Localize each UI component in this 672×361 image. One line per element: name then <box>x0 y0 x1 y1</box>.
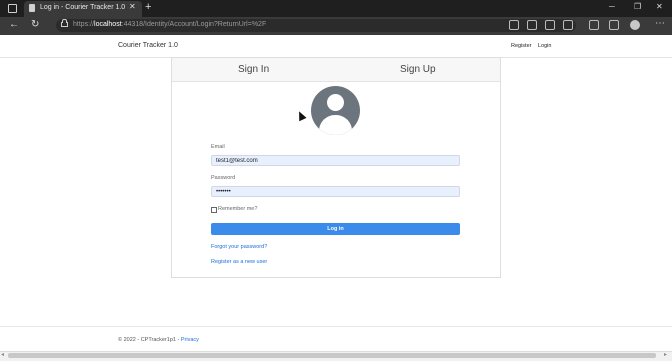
favorite-add-icon[interactable] <box>563 20 573 30</box>
user-avatar-icon <box>311 86 360 135</box>
footer-copyright: © 2022 - CPTracker1p1 - <box>118 337 180 343</box>
tab-sign-in[interactable]: Sign In <box>238 64 269 75</box>
browser-tab-title[interactable]: Log in - Courier Tracker 1.0 <box>40 4 125 11</box>
email-label: Email <box>211 144 225 150</box>
collections-icon[interactable] <box>609 20 619 30</box>
password-label: Password <box>211 175 236 181</box>
refresh-icon[interactable]: ↻ <box>31 19 39 30</box>
minimize-icon[interactable]: ─ <box>609 2 615 11</box>
close-tab-icon[interactable]: ✕ <box>129 2 136 11</box>
scroll-left-icon[interactable]: ◂ <box>1 351 4 358</box>
forgot-password-link[interactable]: Forgot your password? <box>211 244 267 250</box>
page-favicon-icon <box>29 4 35 12</box>
tab-sign-up[interactable]: Sign Up <box>400 64 436 75</box>
register-new-user-link[interactable]: Register as a new user <box>211 259 267 265</box>
remember-me-label[interactable]: Remember me? <box>218 206 257 212</box>
new-tab-button[interactable]: + <box>145 1 151 13</box>
close-window-icon[interactable]: ✕ <box>656 2 663 11</box>
scrollbar-thumb[interactable] <box>8 353 656 358</box>
auth-tabs <box>172 58 500 82</box>
favorites-icon[interactable] <box>589 20 599 30</box>
footer-divider <box>0 326 672 327</box>
privacy-link[interactable]: Privacy <box>181 337 199 343</box>
login-nav-link[interactable]: Login <box>538 43 551 49</box>
zoom-icon[interactable] <box>545 20 555 30</box>
email-field[interactable] <box>211 155 460 166</box>
lock-icon[interactable] <box>61 19 68 27</box>
back-icon[interactable]: ← <box>9 19 19 30</box>
profile-avatar-icon[interactable] <box>630 20 640 30</box>
remember-me-checkbox[interactable] <box>211 207 217 213</box>
maximize-icon[interactable]: ❐ <box>634 2 641 11</box>
login-button-label[interactable]: Log in <box>211 226 460 232</box>
scroll-right-icon[interactable]: ▸ <box>664 351 667 358</box>
more-menu-icon[interactable]: ⋯ <box>655 18 665 29</box>
footer: © 2022 - CPTracker1p1 - Privacy <box>118 337 199 343</box>
register-nav-link[interactable]: Register <box>511 43 531 49</box>
site-brand[interactable]: Courier Tracker 1.0 <box>118 42 178 49</box>
password-field[interactable] <box>211 186 460 197</box>
read-aloud-icon[interactable] <box>527 20 537 30</box>
key-icon[interactable] <box>509 20 519 30</box>
url-text[interactable]: https://localhost:44318/Identity/Account… <box>73 21 266 28</box>
tab-actions-icon[interactable] <box>8 4 17 13</box>
site-header <box>0 35 672 58</box>
